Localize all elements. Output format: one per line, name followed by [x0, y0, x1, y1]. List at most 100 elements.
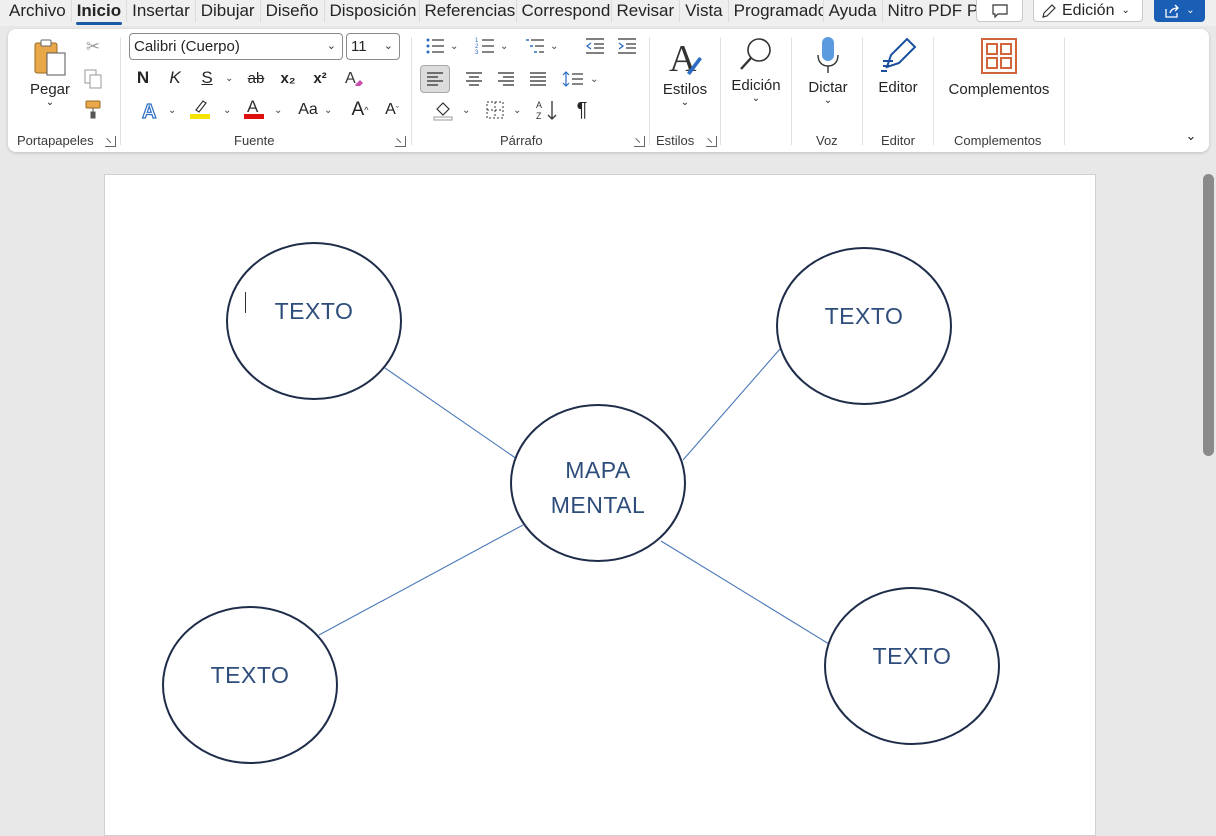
node-label-bottom-right[interactable]: TEXTO [853, 639, 971, 673]
chevron-down-icon: ⌄ [751, 93, 761, 104]
font-name-select[interactable]: Calibri (Cuerpo) ⌄ [129, 33, 343, 60]
editing-label: Edición [731, 77, 781, 94]
clipboard-launcher-icon[interactable] [105, 136, 116, 147]
borders-icon[interactable] [482, 97, 508, 123]
shrink-font-button[interactable]: Aˇ [379, 97, 405, 123]
chevron-down-icon[interactable]: ⌄ [590, 74, 598, 85]
shading-icon[interactable] [430, 97, 456, 123]
addins-group-label: Complementos [954, 133, 1042, 148]
underline-button[interactable]: S [194, 65, 220, 91]
styles-group: A Estilos ⌄ Estilos [650, 29, 720, 152]
show-formatting-marks-button[interactable]: ¶ [569, 97, 595, 123]
chevron-down-icon[interactable]: ⌄ [223, 105, 231, 116]
bullets-icon[interactable] [422, 33, 448, 59]
grow-font-button[interactable]: A ^ [347, 97, 373, 123]
comments-button[interactable] [976, 0, 1023, 22]
copy-icon[interactable] [80, 66, 106, 92]
paste-button[interactable]: Pegar ⌄ [28, 37, 72, 108]
decrease-indent-icon[interactable] [582, 33, 608, 59]
chevron-down-icon[interactable]: ⌄ [513, 105, 521, 116]
format-painter-icon[interactable] [80, 96, 106, 122]
addins-button[interactable]: Complementos [942, 37, 1056, 98]
connector-line[interactable] [384, 367, 518, 460]
font-launcher-icon[interactable] [395, 136, 406, 147]
text-effects-icon[interactable]: A [138, 97, 164, 123]
tab-inicio[interactable]: Inicio [70, 0, 126, 25]
tab-archivo[interactable]: Archivo [0, 0, 71, 22]
connector-line[interactable] [682, 348, 781, 461]
chevron-down-icon[interactable]: ⌄ [550, 41, 558, 52]
collapse-ribbon-chevron-icon[interactable]: ⌄ [1178, 123, 1204, 149]
editing-mode-button[interactable]: Edición ⌄ [1033, 0, 1143, 22]
font-group-label: Fuente [234, 133, 275, 148]
editing-button[interactable]: Edición ⌄ [725, 35, 787, 104]
share-icon [1165, 4, 1180, 18]
tab-programador[interactable]: Programador [727, 0, 823, 22]
chevron-down-icon: ⌄ [326, 40, 336, 52]
vertical-scrollbar[interactable] [1203, 174, 1214, 456]
addins-grid-icon [981, 38, 1017, 74]
paragraph-group: ⌄ 123 ⌄ ⌄ ⌄ ⌄ ⌄ A Z ¶ Párrafo [412, 29, 649, 152]
chevron-down-icon[interactable]: ⌄ [450, 41, 458, 52]
svg-text:A: A [142, 101, 156, 121]
editor-group-label: Editor [881, 133, 915, 148]
font-size-select[interactable]: 11 ⌄ [346, 33, 400, 60]
share-button[interactable]: ⌄ [1154, 0, 1205, 22]
node-label-top-right[interactable]: TEXTO [805, 299, 923, 333]
numbering-icon[interactable]: 123 [472, 33, 498, 59]
tab-ayuda[interactable]: Ayuda [822, 0, 882, 22]
document-page[interactable]: TEXTO TEXTO MAPA MENTAL TEXTO TEXTO [104, 174, 1096, 836]
font-color-icon[interactable]: A [241, 95, 267, 121]
center-label-line1[interactable]: MAPA [528, 453, 668, 487]
styles-button[interactable]: A Estilos ⌄ [656, 37, 714, 108]
clear-formatting-icon[interactable]: A [341, 65, 367, 91]
superscript-button[interactable]: x² [307, 65, 333, 91]
align-left-button[interactable] [420, 65, 450, 93]
connector-line[interactable] [660, 540, 830, 645]
chevron-down-icon[interactable]: ⌄ [168, 105, 176, 116]
chevron-down-icon[interactable]: ⌄ [462, 105, 470, 116]
editor-button[interactable]: Editor [869, 35, 927, 96]
center-label-line2[interactable]: MENTAL [528, 488, 668, 522]
justify-icon[interactable] [525, 66, 551, 92]
paragraph-launcher-icon[interactable] [634, 136, 645, 147]
chevron-down-icon[interactable]: ⌄ [500, 41, 508, 52]
increase-indent-icon[interactable] [614, 33, 640, 59]
tab-vista[interactable]: Vista [679, 0, 728, 22]
line-spacing-icon[interactable] [560, 66, 586, 92]
align-center-icon[interactable] [461, 66, 487, 92]
svg-text:A: A [536, 100, 542, 110]
node-label-bottom-left[interactable]: TEXTO [191, 658, 309, 692]
multilevel-list-icon[interactable] [522, 33, 548, 59]
change-case-button[interactable]: Aa [293, 97, 323, 123]
dictate-button[interactable]: Dictar ⌄ [800, 35, 856, 106]
sort-icon[interactable]: AZ [534, 97, 560, 123]
highlight-color-icon[interactable] [187, 95, 213, 121]
chevron-down-icon[interactable]: ⌄ [324, 105, 332, 116]
bold-button[interactable]: N [130, 65, 156, 91]
strikethrough-button[interactable]: ab [243, 65, 269, 91]
subscript-button[interactable]: x₂ [275, 65, 301, 91]
menu-bar: Archivo Inicio Insertar Dibujar Diseño D… [0, 0, 1216, 26]
tab-correspondencia[interactable]: Correspondencia [515, 0, 611, 22]
chevron-down-icon[interactable]: ⌄ [274, 105, 282, 116]
connector-line[interactable] [318, 524, 524, 636]
clipboard-group-label: Portapapeles [17, 133, 94, 148]
tab-dibujar[interactable]: Dibujar [194, 0, 260, 22]
italic-button[interactable]: K [162, 65, 188, 91]
tab-referencias[interactable]: Referencias [418, 0, 516, 22]
dictate-label: Dictar [808, 79, 848, 96]
node-label-top-left[interactable]: TEXTO [255, 294, 373, 328]
styles-launcher-icon[interactable] [706, 136, 717, 147]
svg-text:A: A [345, 70, 356, 87]
chevron-down-icon[interactable]: ⌄ [225, 73, 233, 84]
editor-label: Editor [878, 79, 918, 96]
cut-icon[interactable]: ✂ [80, 34, 106, 60]
tab-disposicion[interactable]: Disposición [323, 0, 419, 22]
styles-label: Estilos [662, 81, 708, 98]
tab-diseno[interactable]: Diseño [259, 0, 324, 22]
tab-insertar[interactable]: Insertar [126, 0, 195, 22]
tab-nitro-pdf[interactable]: Nitro PDF Pro [881, 0, 977, 22]
tab-revisar[interactable]: Revisar [610, 0, 680, 22]
align-right-icon[interactable] [493, 66, 519, 92]
